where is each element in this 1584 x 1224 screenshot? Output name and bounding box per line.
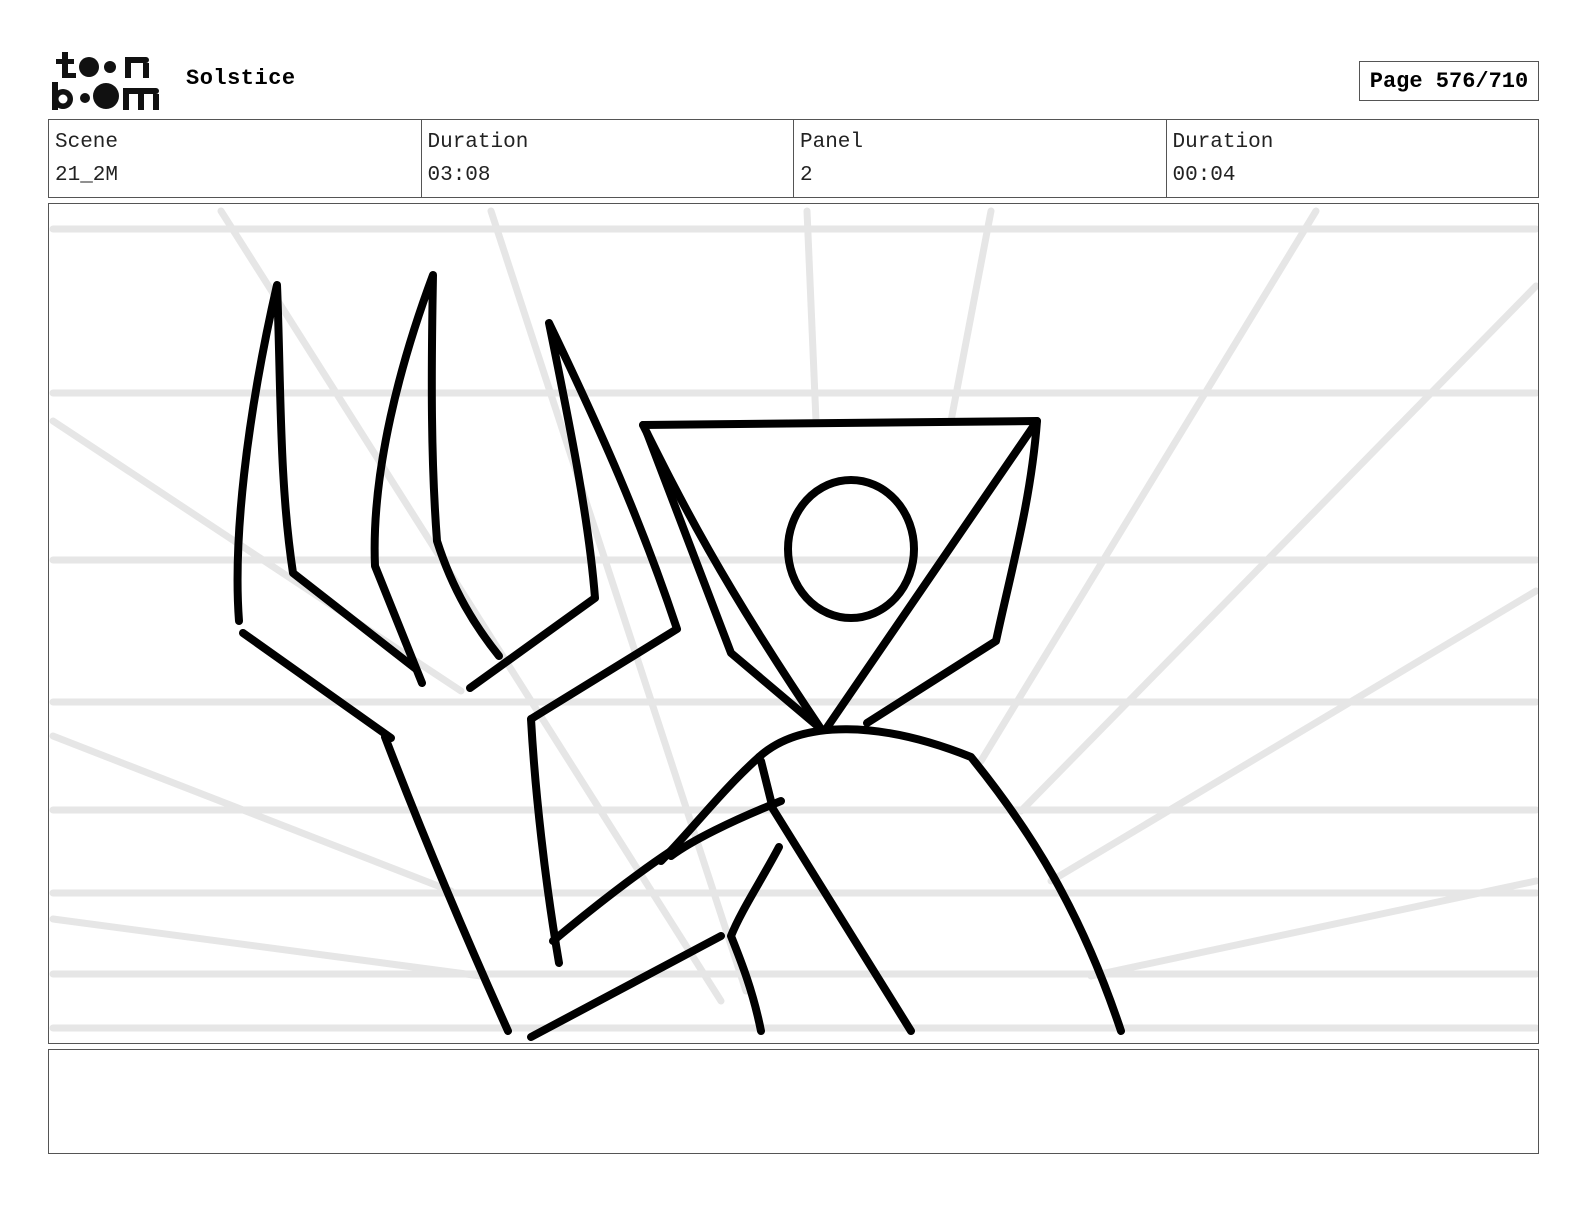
panel-notes	[48, 1049, 1539, 1154]
panel-duration-value: 00:04	[1172, 164, 1236, 187]
character-sketch	[233, 271, 1125, 1041]
storyboard-panel	[48, 203, 1539, 1044]
scene-label: Scene	[55, 131, 119, 154]
scene-value: 21_2M	[55, 164, 119, 187]
scene-duration-cell: Duration 03:08	[422, 120, 794, 197]
panel-value: 2	[800, 164, 813, 187]
page-indicator: Page 576/710	[1359, 61, 1539, 101]
scene-cell: Scene 21_2M	[49, 120, 422, 197]
panel-info-table: Scene 21_2M Duration 03:08 Panel 2 Durat…	[48, 119, 1539, 198]
toon-boom-logo	[52, 52, 159, 110]
panel-label: Panel	[800, 131, 864, 154]
scene-duration-value: 03:08	[427, 164, 491, 187]
panel-duration-cell: Duration 00:04	[1167, 120, 1539, 197]
panel-duration-label: Duration	[1172, 131, 1274, 154]
project-title: Solstice	[186, 66, 296, 91]
panel-cell: Panel 2	[794, 120, 1167, 197]
panel-sketch	[49, 207, 1538, 1041]
page-label: Page 576/710	[1369, 68, 1529, 94]
scene-duration-label: Duration	[427, 131, 529, 154]
